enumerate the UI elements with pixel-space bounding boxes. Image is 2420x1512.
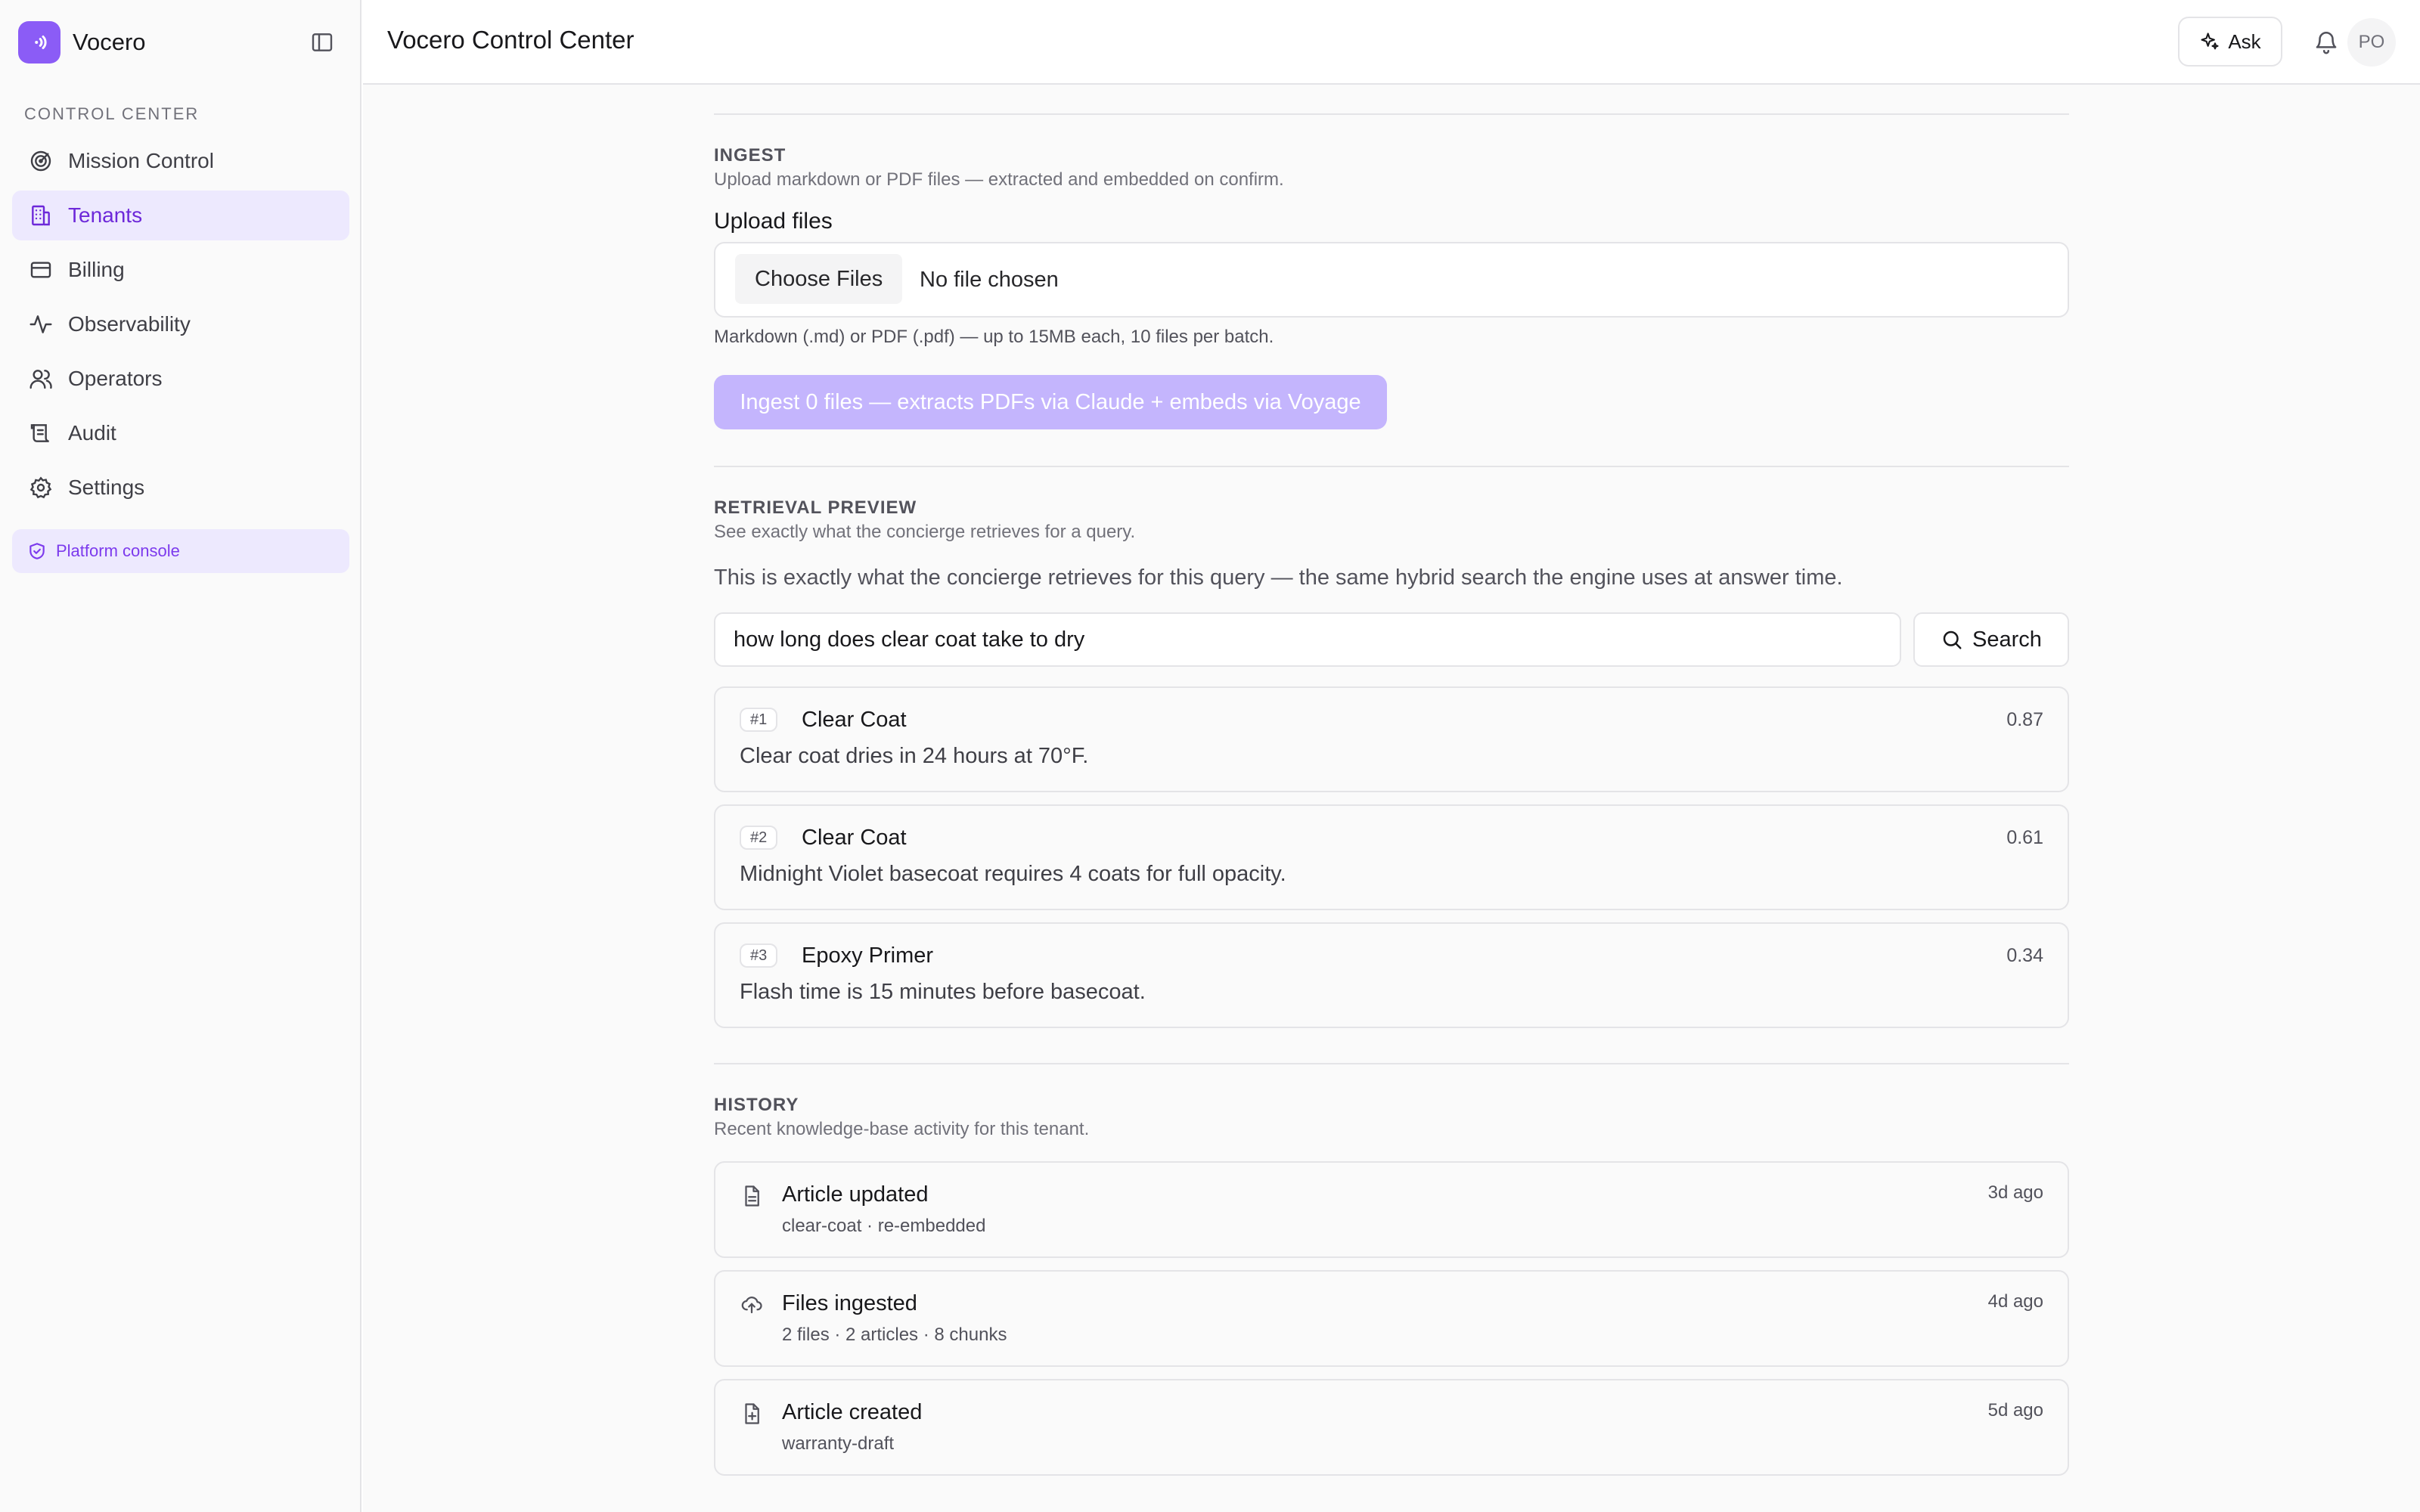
history-item-subtitle: warranty-draft xyxy=(782,1433,895,1454)
sidebar-toggle-button[interactable] xyxy=(306,27,339,57)
sidebar-item-settings[interactable]: Settings xyxy=(12,463,349,513)
platform-console-label: Platform console xyxy=(56,541,180,560)
main-content: INGEST Upload markdown or PDF files — ex… xyxy=(363,85,2420,1512)
search-label: Search xyxy=(1972,627,2042,652)
result-title: Clear Coat xyxy=(802,708,907,732)
history-item[interactable]: Files ingested 2 files · 2 articles · 8 … xyxy=(714,1270,2069,1367)
search-icon xyxy=(1943,631,1962,649)
result-score: 0.87 xyxy=(2006,709,2043,730)
retrieval-title: RETRIEVAL PREVIEW xyxy=(714,497,917,518)
cloud-upload-icon xyxy=(738,1291,765,1318)
choose-files-button[interactable]: Choose Files xyxy=(735,254,903,304)
query-input[interactable]: how long does clear coat take to dry xyxy=(714,612,1901,667)
retrieval-description: See exactly what the concierge retrieves… xyxy=(714,522,1136,542)
activity-icon xyxy=(26,309,56,339)
sidebar-section-label: CONTROL CENTER xyxy=(24,104,200,123)
sparkles-icon xyxy=(2201,33,2219,50)
retrieval-intro: This is exactly what the concierge retri… xyxy=(714,565,1843,590)
sidebar-item-audit[interactable]: Audit xyxy=(12,408,349,458)
sidebar: Vocero CONTROL CENTER Mission Control Te… xyxy=(0,0,361,1512)
sidebar-item-label: Billing xyxy=(68,258,125,281)
history-item[interactable]: Article updated clear-coat · re-embedded… xyxy=(714,1161,2069,1258)
users-icon xyxy=(26,364,56,394)
sidebar-item-label: Settings xyxy=(68,476,145,499)
document-icon xyxy=(738,1182,765,1210)
result-title: Clear Coat xyxy=(802,826,907,850)
result-rank: #3 xyxy=(740,943,778,968)
sidebar-item-observability[interactable]: Observability xyxy=(12,299,349,349)
result-score: 0.61 xyxy=(2006,827,2043,848)
result-score: 0.34 xyxy=(2006,945,2043,966)
sidebar-item-label: Mission Control xyxy=(68,149,214,172)
result-text: Midnight Violet basecoat requires 4 coat… xyxy=(740,862,1286,886)
retrieval-result[interactable]: #3 Epoxy Primer 0.34 Flash time is 15 mi… xyxy=(714,922,2069,1028)
sidebar-nav: Mission Control Tenants Billing Observab… xyxy=(12,136,349,517)
history-item-subtitle: clear-coat · re-embedded xyxy=(782,1216,986,1236)
history-item-time: 4d ago xyxy=(1987,1291,2043,1312)
upload-hint: Markdown (.md) or PDF (.pdf) — up to 15M… xyxy=(714,327,1274,347)
ingest-button[interactable]: Ingest 0 files — extracts PDFs via Claud… xyxy=(714,375,1387,429)
panel-left-icon xyxy=(312,33,333,51)
bell-icon xyxy=(2316,32,2337,54)
brand[interactable]: Vocero xyxy=(18,21,146,64)
result-text: Flash time is 15 minutes before basecoat… xyxy=(740,980,1146,1004)
retrieval-result[interactable]: #2 Clear Coat 0.61 Midnight Violet basec… xyxy=(714,804,2069,910)
section-divider xyxy=(714,1063,2069,1064)
brand-name: Vocero xyxy=(73,29,146,55)
no-file-text: No file chosen xyxy=(920,268,1059,292)
history-item-title: Files ingested xyxy=(782,1291,917,1315)
ingest-description: Upload markdown or PDF files — extracted… xyxy=(714,169,1284,190)
platform-console-button[interactable]: Platform console xyxy=(12,529,349,573)
retrieval-result[interactable]: #1 Clear Coat 0.87 Clear coat dries in 2… xyxy=(714,686,2069,792)
notifications-button[interactable] xyxy=(2310,26,2343,59)
history-description: Recent knowledge-base activity for this … xyxy=(714,1119,1090,1139)
sidebar-item-billing[interactable]: Billing xyxy=(12,245,349,295)
sidebar-item-label: Tenants xyxy=(68,203,143,227)
section-divider xyxy=(714,113,2069,115)
top-header: Vocero Control Center Ask PO xyxy=(363,0,2420,85)
building-icon xyxy=(26,200,56,231)
history-item-time: 5d ago xyxy=(1987,1400,2043,1421)
gear-icon xyxy=(26,472,56,503)
credit-card-icon xyxy=(26,255,56,285)
sidebar-item-mission-control[interactable]: Mission Control xyxy=(12,136,349,186)
history-item[interactable]: Article created warranty-draft 5d ago xyxy=(714,1379,2069,1476)
file-plus-icon xyxy=(738,1400,765,1427)
upload-files-label: Upload files xyxy=(714,209,833,234)
ask-button[interactable]: Ask xyxy=(2178,17,2282,67)
file-upload-input[interactable]: Choose Files No file chosen xyxy=(714,242,2069,318)
radar-icon xyxy=(26,146,56,176)
vocero-logo-icon xyxy=(18,21,60,64)
history-title: HISTORY xyxy=(714,1095,799,1115)
history-item-title: Article created xyxy=(782,1400,923,1424)
result-text: Clear coat dries in 24 hours at 70°F. xyxy=(740,744,1089,768)
sidebar-item-tenants[interactable]: Tenants xyxy=(12,191,349,240)
sidebar-item-label: Observability xyxy=(68,312,191,336)
result-rank: #2 xyxy=(740,826,778,850)
shield-check-icon xyxy=(29,543,45,559)
history-item-subtitle: 2 files · 2 articles · 8 chunks xyxy=(782,1325,1007,1345)
search-button[interactable]: Search xyxy=(1913,612,2069,667)
history-item-time: 3d ago xyxy=(1987,1182,2043,1203)
ask-label: Ask xyxy=(2228,29,2261,53)
result-title: Epoxy Primer xyxy=(802,943,934,968)
result-rank: #1 xyxy=(740,708,778,732)
ingest-title: INGEST xyxy=(714,145,786,166)
section-divider xyxy=(714,466,2069,467)
avatar[interactable]: PO xyxy=(2347,18,2396,67)
sidebar-item-operators[interactable]: Operators xyxy=(12,354,349,404)
page-title: Vocero Control Center xyxy=(387,26,634,54)
sidebar-item-label: Audit xyxy=(68,421,116,445)
sidebar-item-label: Operators xyxy=(68,367,163,390)
scroll-icon xyxy=(26,418,56,448)
history-item-title: Article updated xyxy=(782,1182,929,1207)
